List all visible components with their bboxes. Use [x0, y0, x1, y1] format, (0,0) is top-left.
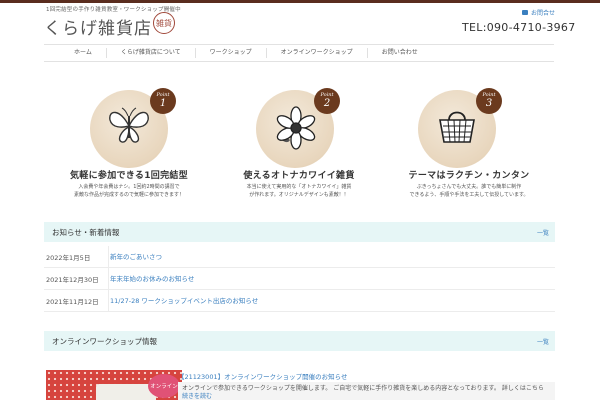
- news-title-link[interactable]: 11/27-28 ワークショップイベント出店のお知らせ: [108, 289, 258, 312]
- point-badge: Point 1: [150, 88, 176, 114]
- nav-item-contact[interactable]: お問い合わせ: [366, 48, 432, 58]
- top-accent-bar: [0, 0, 600, 3]
- nav-item-about[interactable]: くらげ雑貨店について: [105, 48, 195, 58]
- logo-seal-icon: 雑貨: [153, 12, 175, 34]
- nav-item-online-workshop[interactable]: オンラインワークショップ: [265, 48, 367, 58]
- news-date: 2021年11月12日: [46, 297, 99, 306]
- news-date: 2021年12月30日: [46, 275, 99, 284]
- mail-icon: [522, 10, 528, 15]
- point-description: ぶきっちょさんでも大丈夫。誰でも簡単に制作 できるよう、手順や手法を工夫して伝授…: [409, 184, 529, 198]
- point-title: 使えるオトナカワイイ雑貨: [243, 171, 355, 181]
- workshop-more-link[interactable]: 一覧: [537, 337, 549, 346]
- basket-bag-icon: [434, 106, 480, 146]
- post-excerpt: オンラインで参加できるワークショップを開催します。 ご自宅で気軽に手作り雑貨を楽…: [178, 382, 555, 400]
- workshop-post: オンライン 【21123001】オンラインワークショップ開催のお知らせ オンライ…: [46, 370, 555, 400]
- read-more-link[interactable]: 続きを読む: [182, 393, 212, 400]
- phone-number: TEL:090-4710-3967: [462, 21, 576, 34]
- point-title: 気軽に参加できる1回完結型: [70, 171, 188, 181]
- flower-brooch-icon: [274, 106, 318, 150]
- contact-link-label: お問合せ: [531, 10, 556, 17]
- post-title-link[interactable]: 【21123001】オンラインワークショップ開催のお知らせ: [178, 371, 347, 381]
- point-description: 入会費や年会費はナシ。1回約2時間の講習で 素敵な作品が完成するので気軽に参加で…: [73, 184, 184, 198]
- list-item: 2022年1月5日 新年のごあいさつ: [44, 245, 555, 268]
- news-date: 2022年1月5日: [46, 253, 91, 262]
- news-more-link[interactable]: 一覧: [537, 228, 549, 237]
- list-item: 2021年11月12日 11/27-28 ワークショップイベント出店のお知らせ: [44, 289, 555, 312]
- global-nav: ホーム くらげ雑貨店について ワークショップ オンラインワークショップ お問い合…: [44, 44, 554, 62]
- site-logo[interactable]: くらげ雑貨店: [44, 14, 152, 39]
- news-title-link[interactable]: 新年のごあいさつ: [108, 245, 162, 268]
- workshop-section-header: オンラインワークショップ情報 一覧: [44, 331, 555, 351]
- section-title: お知らせ・新着情報: [52, 227, 120, 237]
- nav-item-workshop[interactable]: ワークショップ: [194, 48, 266, 58]
- online-badge: オンライン: [148, 374, 180, 398]
- news-section-header: お知らせ・新着情報 一覧: [44, 222, 555, 242]
- feature-points: Point 1 気軽に参加できる1回完結型 入会費や年会費はナシ。1回約2時間の…: [44, 86, 556, 202]
- list-item: 2021年12月30日 年末年始のお休みのお知らせ: [44, 267, 555, 290]
- section-title: オンラインワークショップ情報: [52, 336, 157, 346]
- nav-item-home[interactable]: ホーム: [44, 48, 106, 58]
- news-title-link[interactable]: 年末年始のお休みのお知らせ: [108, 267, 194, 290]
- butterfly-icon: [106, 106, 152, 146]
- point-description: 本当に使えて実用的な「オトナカワイイ」雑貨 が作れます。オリジナルデザインも素敵…: [246, 184, 352, 198]
- contact-link[interactable]: お問合せ: [522, 8, 555, 17]
- point-title: テーマはラクチン・カンタン: [408, 171, 530, 181]
- news-list: 2022年1月5日 新年のごあいさつ 2021年12月30日 年末年始のお休みの…: [44, 245, 555, 312]
